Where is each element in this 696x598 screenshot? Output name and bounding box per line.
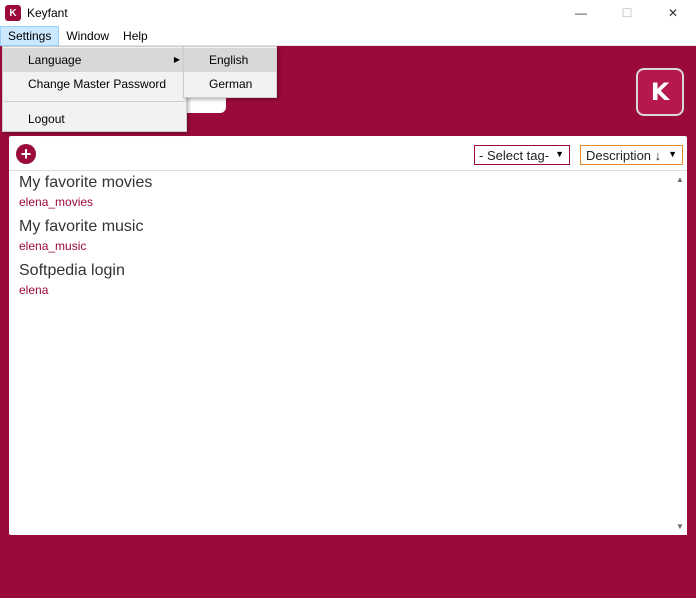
chevron-right-icon: ▶: [173, 55, 180, 64]
app-icon: K: [5, 5, 21, 21]
entry-username: elena_music: [19, 239, 87, 253]
tag-select[interactable]: - Select tag- ▼: [474, 145, 570, 165]
list-item[interactable]: My favorite music elena_music: [19, 218, 143, 253]
add-entry-button[interactable]: +: [16, 144, 36, 164]
entries-panel: + - Select tag- ▼ Description ↓ ▼ My fav…: [9, 136, 687, 535]
maximize-button[interactable]: ☐: [604, 0, 650, 26]
menu-window[interactable]: Window: [59, 26, 116, 46]
menu-item-german[interactable]: German: [184, 72, 276, 96]
sort-select-label: Description ↓: [586, 147, 662, 163]
menu-settings[interactable]: Settings: [0, 25, 60, 46]
scroll-up-icon[interactable]: ▲: [676, 175, 684, 184]
menu-item-language[interactable]: Language ▶: [3, 48, 186, 72]
list-item[interactable]: Softpedia login elena: [19, 262, 125, 297]
minimize-button[interactable]: —: [558, 0, 604, 26]
toolbar: + - Select tag- ▼ Description ↓ ▼: [9, 136, 687, 171]
entry-title: My favorite movies: [19, 174, 153, 191]
chevron-down-icon: ▼: [555, 149, 564, 159]
entry-title: My favorite music: [19, 218, 144, 235]
scrollbar[interactable]: ▲ ▼: [673, 171, 687, 535]
settings-dropdown: Language ▶ Change Master Password Logout: [2, 46, 187, 132]
title-bar: K Keyfant — ☐ ✕: [0, 0, 696, 26]
menu-help[interactable]: Help: [116, 26, 155, 46]
entry-title: Softpedia login: [19, 262, 125, 279]
menu-item-english[interactable]: English: [184, 48, 276, 72]
entries-list: My favorite movies elena_movies My favor…: [9, 171, 673, 535]
menu-separator: [4, 101, 185, 102]
language-submenu: English German: [183, 46, 277, 98]
sort-select[interactable]: Description ↓ ▼: [580, 145, 683, 165]
chevron-down-icon: ▼: [668, 149, 677, 159]
scroll-down-icon[interactable]: ▼: [676, 522, 684, 531]
entry-username: elena_movies: [19, 195, 94, 209]
menu-item-label: Language: [28, 53, 82, 67]
logo-icon: K: [650, 78, 670, 106]
menu-item-change-master-password[interactable]: Change Master Password: [3, 72, 186, 96]
entry-username: elena: [19, 283, 49, 297]
menu-item-logout[interactable]: Logout: [3, 107, 186, 131]
close-button[interactable]: ✕: [650, 0, 696, 26]
window-controls: — ☐ ✕: [558, 0, 696, 26]
list-item[interactable]: My favorite movies elena_movies: [19, 174, 152, 209]
keyfant-logo: K: [636, 68, 684, 116]
menu-bar: Settings Window Help: [0, 25, 696, 46]
tag-select-label: - Select tag-: [479, 147, 550, 163]
window-title: Keyfant: [27, 6, 68, 20]
